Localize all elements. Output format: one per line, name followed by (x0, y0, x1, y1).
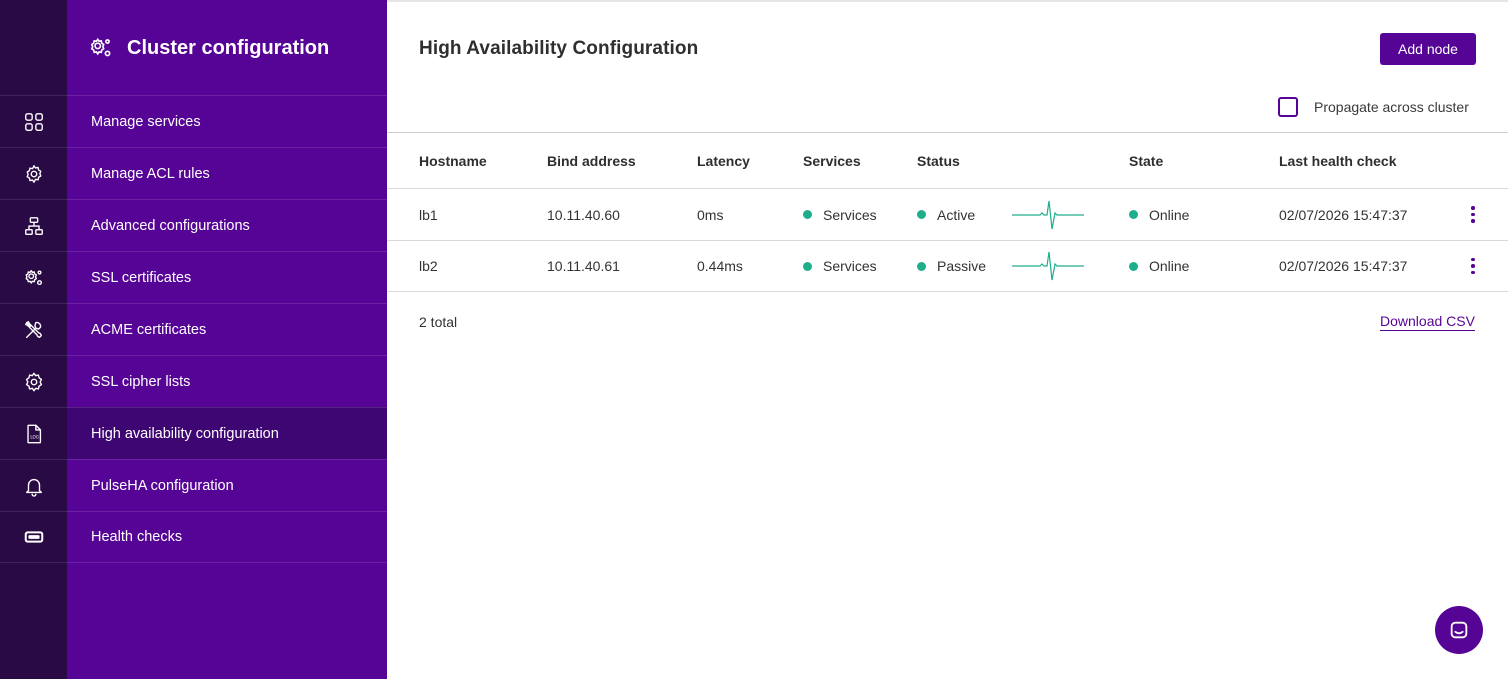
state-text: Online (1149, 258, 1190, 274)
bind-address-cell: 10.11.40.61 (547, 258, 620, 274)
propagate-checkbox[interactable] (1278, 97, 1298, 117)
ticket-icon (24, 531, 43, 543)
rail-advanced-config[interactable] (0, 199, 67, 251)
network-icon (24, 216, 43, 235)
state-cell: Online (1129, 189, 1189, 240)
col-latency[interactable]: Latency (697, 133, 750, 188)
sidebar-item-ssl-certificates[interactable]: SSL certificates (67, 251, 387, 303)
gear-icon (26, 164, 41, 183)
sidebar-item-manage-services[interactable]: Manage services (67, 95, 387, 147)
sidebar-item-acme-certificates[interactable]: ACME certificates (67, 303, 387, 355)
propagate-toggle[interactable]: Propagate across cluster (1278, 97, 1469, 117)
status-cell: Active (917, 189, 975, 240)
rail-manage-services[interactable] (0, 95, 67, 147)
add-node-button[interactable]: Add node (1380, 33, 1476, 65)
status-cell: Passive (917, 241, 986, 291)
rail-health-checks[interactable] (0, 511, 67, 563)
services-link[interactable]: Services (823, 258, 877, 274)
heartbeat-icon (1012, 189, 1084, 240)
services-cell: Services (803, 241, 877, 291)
state-dot (1129, 210, 1138, 219)
col-status[interactable]: Status (917, 133, 960, 188)
status-text: Passive (937, 258, 987, 274)
col-bind-address[interactable]: Bind address (547, 133, 636, 188)
log-file-icon: LOG (26, 424, 41, 443)
main-content: High Availability Configuration Add node… (387, 0, 1508, 679)
sidebar-item-high-availability[interactable]: High availability configuration (67, 407, 387, 459)
heartbeat-icon (1012, 241, 1084, 291)
status-text: Active (937, 206, 976, 223)
nodes-table: Hostname Bind address Latency Services S… (387, 132, 1508, 292)
rail-high-availability[interactable]: LOG (0, 407, 67, 459)
gears-icon (25, 269, 42, 285)
sidebar-nav: Cluster configuration Manage services Ma… (67, 0, 387, 679)
sidebar-item-manage-acl-rules[interactable]: Manage ACL rules (67, 147, 387, 199)
propagate-label: Propagate across cluster (1314, 99, 1469, 115)
latency-cell: 0ms (697, 206, 724, 223)
hostname-cell: lb1 (419, 206, 438, 223)
col-services[interactable]: Services (803, 133, 861, 188)
status-dot (917, 210, 926, 219)
rail-ssl-cipher-lists[interactable] (0, 355, 67, 407)
chat-icon (1450, 621, 1468, 639)
rail-manage-acl[interactable] (0, 147, 67, 199)
sidebar-item-ssl-cipher-lists[interactable]: SSL cipher lists (67, 355, 387, 407)
last-check-cell: 02/07/2026 15:47:37 (1279, 206, 1408, 223)
rail-pulseha[interactable] (0, 459, 67, 511)
settings-icon (25, 372, 42, 391)
rail-ssl-certificates[interactable] (0, 251, 67, 303)
services-status-dot (803, 261, 812, 271)
latency-cell: 0.44ms (697, 258, 743, 274)
table-header: Hostname Bind address Latency Services S… (387, 132, 1508, 188)
services-status-dot (803, 210, 812, 219)
table-row[interactable]: lb2 10.11.40.61 0.44ms Services Passive … (387, 240, 1508, 292)
sidebar-item-pulseha-configuration[interactable]: PulseHA configuration (67, 459, 387, 511)
col-last-health-check[interactable]: Last health check (1279, 133, 1397, 188)
rail-acme-certificates[interactable] (0, 303, 67, 355)
icon-rail: LOG (0, 0, 67, 679)
grid-icon (24, 112, 43, 131)
bind-address-cell: 10.11.40.60 (547, 206, 620, 223)
sidebar-title: Cluster configuration (127, 36, 330, 59)
hostname-cell: lb2 (419, 258, 438, 274)
download-csv-link[interactable]: Download CSV (1380, 313, 1475, 331)
row-menu-icon[interactable] (1468, 241, 1478, 291)
total-count: 2 total (419, 314, 458, 330)
sidebar-item-health-checks[interactable]: Health checks (67, 511, 387, 563)
sidebar-header: Cluster configuration (67, 0, 387, 96)
tools-icon (24, 320, 42, 338)
services-cell: Services (803, 189, 877, 240)
state-text: Online (1149, 206, 1190, 223)
last-check-cell: 02/07/2026 15:47:37 (1279, 258, 1408, 274)
bell-icon (25, 478, 42, 497)
sidebar-item-advanced-configurations[interactable]: Advanced configurations (67, 199, 387, 251)
status-dot (917, 261, 926, 271)
state-dot (1129, 261, 1138, 271)
state-cell: Online (1129, 241, 1189, 291)
col-state[interactable]: State (1129, 133, 1163, 188)
services-link[interactable]: Services (823, 207, 877, 223)
table-row[interactable]: lb1 10.11.40.60 0ms Services Active Onli… (387, 188, 1508, 240)
svg-text:LOG: LOG (30, 434, 39, 439)
gears-icon (90, 37, 111, 57)
page-title: High Availability Configuration (419, 38, 699, 59)
chat-launcher-button[interactable] (1435, 606, 1483, 654)
col-hostname[interactable]: Hostname (419, 133, 487, 188)
row-menu-icon[interactable] (1468, 189, 1478, 240)
